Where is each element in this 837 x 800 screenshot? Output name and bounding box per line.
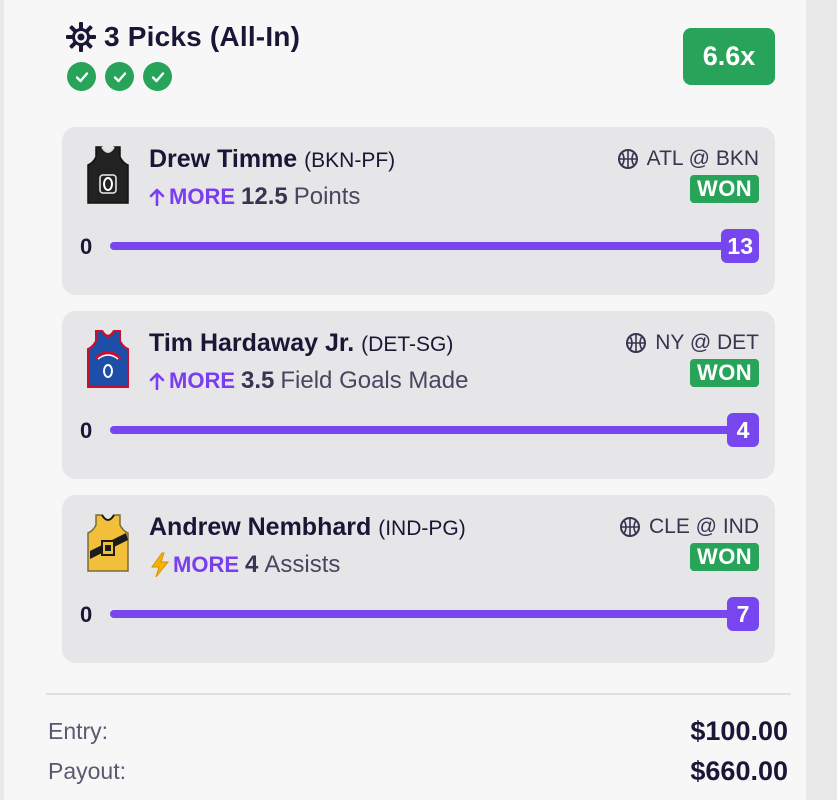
entry-title: 3 Picks (All-In) bbox=[104, 21, 301, 52]
progress-track bbox=[110, 242, 740, 250]
jersey-ind-icon bbox=[86, 513, 130, 573]
line-value: 12.5 bbox=[241, 183, 288, 210]
pick-line: MORE 12.5 Points bbox=[149, 183, 360, 211]
pick-card[interactable]: Andrew Nembhard (IND-PG) MORE 4 Assists … bbox=[62, 495, 775, 663]
progress-fill bbox=[110, 242, 740, 250]
pick-card[interactable]: Drew Timme (BKN-PF) MORE 12.5 Points ATL… bbox=[62, 127, 775, 295]
pick-card[interactable]: Tim Hardaway Jr. (DET-SG) MORE 3.5 Field… bbox=[62, 311, 775, 479]
pick-line: MORE 3.5 Field Goals Made bbox=[149, 367, 468, 395]
line-value: 3.5 bbox=[241, 367, 275, 394]
progress-min-label: 0 bbox=[80, 602, 93, 627]
pick-line: MORE 4 Assists bbox=[149, 551, 340, 579]
pick-status-checks bbox=[67, 62, 172, 91]
stat-name: Assists bbox=[264, 551, 341, 578]
entry-row: Entry: $100.00 bbox=[48, 716, 788, 747]
check-icon bbox=[143, 62, 172, 91]
player-position: (IND-PG) bbox=[378, 517, 466, 540]
progress-min-label: 0 bbox=[80, 418, 93, 443]
arrow-up-icon bbox=[149, 188, 165, 206]
entry-header: 3 Picks (All-In) bbox=[64, 20, 300, 54]
direction-text: MORE bbox=[173, 552, 239, 577]
line-value: 4 bbox=[245, 551, 259, 578]
result-badge: WON bbox=[690, 359, 759, 387]
gear-icon bbox=[64, 20, 98, 54]
result-badge: WON bbox=[690, 175, 759, 203]
jersey-bkn-icon bbox=[86, 145, 130, 205]
player-position: (DET-SG) bbox=[361, 333, 454, 356]
stat-name: Points bbox=[293, 183, 361, 210]
actual-value-badge: 7 bbox=[727, 597, 759, 631]
progress-min-label: 0 bbox=[80, 234, 93, 259]
payout-label: Payout: bbox=[48, 758, 126, 784]
matchup-text: CLE @ IND bbox=[648, 515, 759, 538]
player-name: Tim Hardaway Jr. bbox=[149, 329, 355, 357]
progress-track bbox=[110, 426, 740, 434]
matchup-text: ATL @ BKN bbox=[646, 147, 759, 170]
basketball-icon bbox=[617, 148, 639, 170]
direction-text: MORE bbox=[169, 368, 235, 393]
matchup: CLE @ IND bbox=[619, 515, 759, 539]
matchup-text: NY @ DET bbox=[655, 331, 759, 354]
player-name-row: Tim Hardaway Jr. (DET-SG) bbox=[149, 329, 453, 358]
jersey-det-icon bbox=[86, 329, 130, 389]
divider bbox=[46, 693, 791, 695]
check-icon bbox=[105, 62, 134, 91]
payout-multiplier-badge: 6.6x bbox=[683, 28, 775, 85]
result-badge: WON bbox=[690, 543, 759, 571]
player-name: Drew Timme bbox=[149, 145, 298, 173]
player-name-row: Drew Timme (BKN-PF) bbox=[149, 145, 395, 174]
progress-track bbox=[110, 610, 740, 618]
actual-value-badge: 13 bbox=[721, 229, 759, 263]
arrow-up-icon bbox=[149, 372, 165, 390]
matchup: NY @ DET bbox=[625, 331, 759, 355]
direction-label: MORE bbox=[149, 184, 235, 210]
actual-value-badge: 4 bbox=[727, 413, 759, 447]
matchup: ATL @ BKN bbox=[617, 147, 759, 171]
progress-fill bbox=[110, 426, 740, 434]
basketball-icon bbox=[625, 332, 647, 354]
progress-fill bbox=[110, 610, 740, 618]
entry-amount: $100.00 bbox=[690, 716, 788, 746]
player-name: Andrew Nembhard bbox=[149, 513, 372, 541]
lightning-icon bbox=[151, 552, 170, 578]
basketball-icon bbox=[619, 516, 641, 538]
payout-amount: $660.00 bbox=[690, 756, 788, 786]
direction-label: MORE bbox=[149, 552, 239, 578]
player-position: (BKN-PF) bbox=[304, 149, 396, 172]
check-icon bbox=[67, 62, 96, 91]
direction-text: MORE bbox=[169, 184, 235, 209]
entry-label: Entry: bbox=[48, 718, 109, 744]
stat-name: Field Goals Made bbox=[280, 367, 469, 394]
player-name-row: Andrew Nembhard (IND-PG) bbox=[149, 513, 466, 542]
direction-label: MORE bbox=[149, 368, 235, 394]
payout-row: Payout: $660.00 bbox=[48, 756, 788, 787]
